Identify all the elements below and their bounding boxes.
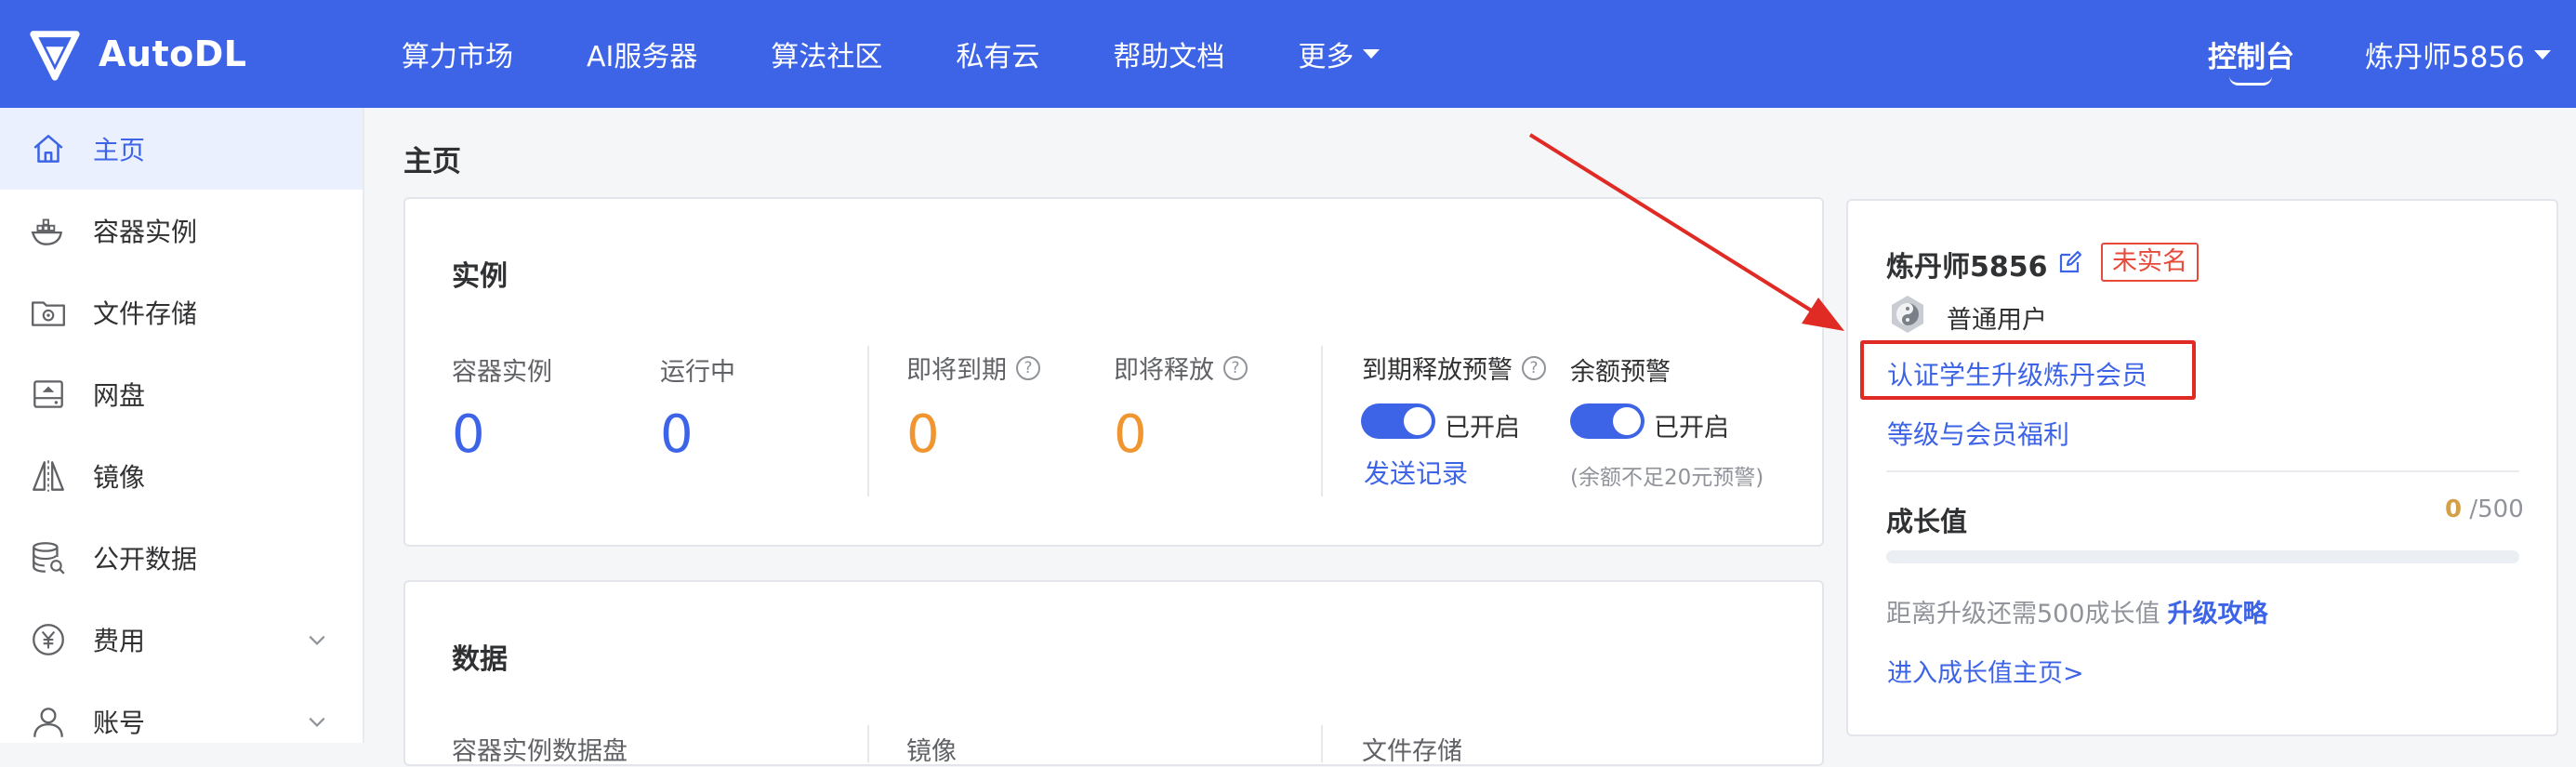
release-warn-toggle[interactable] xyxy=(1361,403,1435,439)
image-icon xyxy=(28,456,69,496)
nav-console[interactable]: 控制台 xyxy=(2208,33,2294,75)
nav-help-docs[interactable]: 帮助文档 xyxy=(1113,33,1224,74)
stat-expiring-value[interactable]: 0 xyxy=(906,409,940,461)
growth-progress-bar xyxy=(1886,550,2519,563)
stat-running-label: 运行中 xyxy=(660,358,735,387)
user-icon xyxy=(28,701,69,742)
container-icon xyxy=(28,210,69,251)
growth-value: 0 /500 xyxy=(2445,496,2524,523)
help-icon[interactable]: ? xyxy=(1016,355,1040,380)
divider xyxy=(867,346,869,496)
growth-title: 成长值 xyxy=(1886,506,1968,537)
stat-releasing-label: 即将释放? xyxy=(1114,350,1248,386)
home-icon xyxy=(28,128,69,169)
active-indicator xyxy=(2229,76,2272,86)
data-col-disk-label: 容器实例数据盘 xyxy=(452,737,627,766)
sidebar-item-file-storage[interactable]: 文件存储 xyxy=(0,271,363,353)
growth-current: 0 xyxy=(2445,496,2463,523)
autodl-logo-icon xyxy=(30,31,80,81)
stat-container-value[interactable]: 0 xyxy=(452,409,485,461)
chevron-down-icon xyxy=(2533,49,2551,60)
user-menu-label: 炼丹师5856 xyxy=(2365,41,2525,74)
upgrade-guide-link[interactable]: 升级攻略 xyxy=(2168,600,2268,628)
stat-releasing-text: 即将释放 xyxy=(1114,356,1214,385)
brand-logo[interactable]: AutoDL xyxy=(26,24,247,84)
sidebar-item-home[interactable]: 主页 xyxy=(0,108,363,190)
sidebar-item-containers[interactable]: 容器实例 xyxy=(0,190,363,271)
page-title: 主页 xyxy=(403,145,461,179)
chevron-down-icon xyxy=(309,717,325,727)
instances-card-title: 实例 xyxy=(452,260,508,293)
release-warn-label: 到期释放预警? xyxy=(1362,350,1546,386)
chevron-down-icon xyxy=(309,635,325,645)
main-nav: 算力市场 AI服务器 算法社区 私有云 帮助文档 更多 xyxy=(402,0,1453,108)
unverified-badge[interactable]: 未实名 xyxy=(2101,243,2199,282)
user-menu[interactable]: 炼丹师5856 xyxy=(2365,33,2551,75)
data-col-image-label: 镜像 xyxy=(906,737,957,766)
divider xyxy=(1886,470,2519,472)
top-navbar: AutoDL 算力市场 AI服务器 算法社区 私有云 帮助文档 更多 控制台 炼… xyxy=(0,0,2576,108)
sidebar-item-label: 镜像 xyxy=(93,462,146,493)
highlight-box xyxy=(1860,340,2196,400)
level-benefits-link[interactable]: 等级与会员福利 xyxy=(1887,415,2069,452)
divider xyxy=(1321,725,1323,762)
balance-warn-toggle[interactable] xyxy=(1570,403,1645,439)
stat-releasing-value[interactable]: 0 xyxy=(1114,409,1147,461)
growth-home-link[interactable]: 进入成长值主页> xyxy=(1887,653,2084,689)
help-icon[interactable]: ? xyxy=(1522,355,1546,380)
stat-expiring-label: 即将到期? xyxy=(906,350,1040,386)
sidebar-item-public-data[interactable]: 公开数据 xyxy=(0,517,363,599)
sidebar-item-images[interactable]: 镜像 xyxy=(0,435,363,517)
sidebar-item-account[interactable]: 账号 xyxy=(0,681,363,762)
edit-icon[interactable] xyxy=(2057,249,2083,275)
nav-more[interactable]: 更多 xyxy=(1298,33,1380,74)
nav-compute-market[interactable]: 算力市场 xyxy=(402,33,513,74)
release-warn-text: 到期释放预警 xyxy=(1362,356,1513,385)
data-col-storage-label: 文件存储 xyxy=(1362,737,1462,766)
sidebar-item-label: 网盘 xyxy=(93,380,146,411)
balance-toggle-text: 已开启 xyxy=(1654,414,1729,443)
disk-icon xyxy=(28,374,69,415)
sidebar-item-label: 容器实例 xyxy=(93,217,198,247)
divider xyxy=(1321,346,1323,496)
upgrade-hint-text: 距离升级还需500成长值 xyxy=(1886,600,2160,628)
release-toggle-text: 已开启 xyxy=(1445,414,1520,443)
sidebar-item-netdisk[interactable]: 网盘 xyxy=(0,353,363,435)
balance-hint: (余额不足20元预警) xyxy=(1570,466,1764,490)
storage-icon xyxy=(28,292,69,333)
chevron-down-icon xyxy=(1363,49,1380,59)
member-level-icon xyxy=(1892,296,1923,333)
nav-private-cloud[interactable]: 私有云 xyxy=(956,33,1039,74)
sidebar: 主页 容器实例 文件存储 网盘 镜像 公开数据 费用 账号 xyxy=(0,108,364,743)
brand-name: AutoDL xyxy=(99,33,247,74)
sidebar-item-label: 账号 xyxy=(93,707,146,738)
sidebar-item-label: 公开数据 xyxy=(93,544,198,575)
toggle-knob xyxy=(1613,407,1641,435)
nav-algorithm-community[interactable]: 算法社区 xyxy=(771,33,882,74)
toggle-knob xyxy=(1404,407,1432,435)
divider xyxy=(867,725,869,762)
yuan-icon xyxy=(28,619,69,660)
profile-username: 炼丹师5856 xyxy=(1886,251,2048,284)
balance-warn-label: 余额预警 xyxy=(1570,358,1671,387)
sidebar-item-label: 文件存储 xyxy=(93,298,198,329)
data-card-title: 数据 xyxy=(452,643,508,676)
stat-expiring-text: 即将到期 xyxy=(906,356,1007,385)
member-level-text: 普通用户 xyxy=(1947,306,2047,335)
nav-ai-server[interactable]: AI服务器 xyxy=(587,33,697,74)
sidebar-item-label: 费用 xyxy=(93,626,146,656)
help-icon[interactable]: ? xyxy=(1223,355,1248,380)
stat-running-value[interactable]: 0 xyxy=(660,409,694,461)
sidebar-item-label: 主页 xyxy=(93,135,146,165)
stat-container-label: 容器实例 xyxy=(452,358,552,387)
upgrade-hint: 距离升级还需500成长值 升级攻略 xyxy=(1886,593,2268,629)
nav-more-label: 更多 xyxy=(1298,41,1354,73)
database-icon xyxy=(28,537,69,578)
growth-max: /500 xyxy=(2469,496,2524,523)
sidebar-item-billing[interactable]: 费用 xyxy=(0,599,363,681)
send-log-link[interactable]: 发送记录 xyxy=(1364,454,1468,491)
